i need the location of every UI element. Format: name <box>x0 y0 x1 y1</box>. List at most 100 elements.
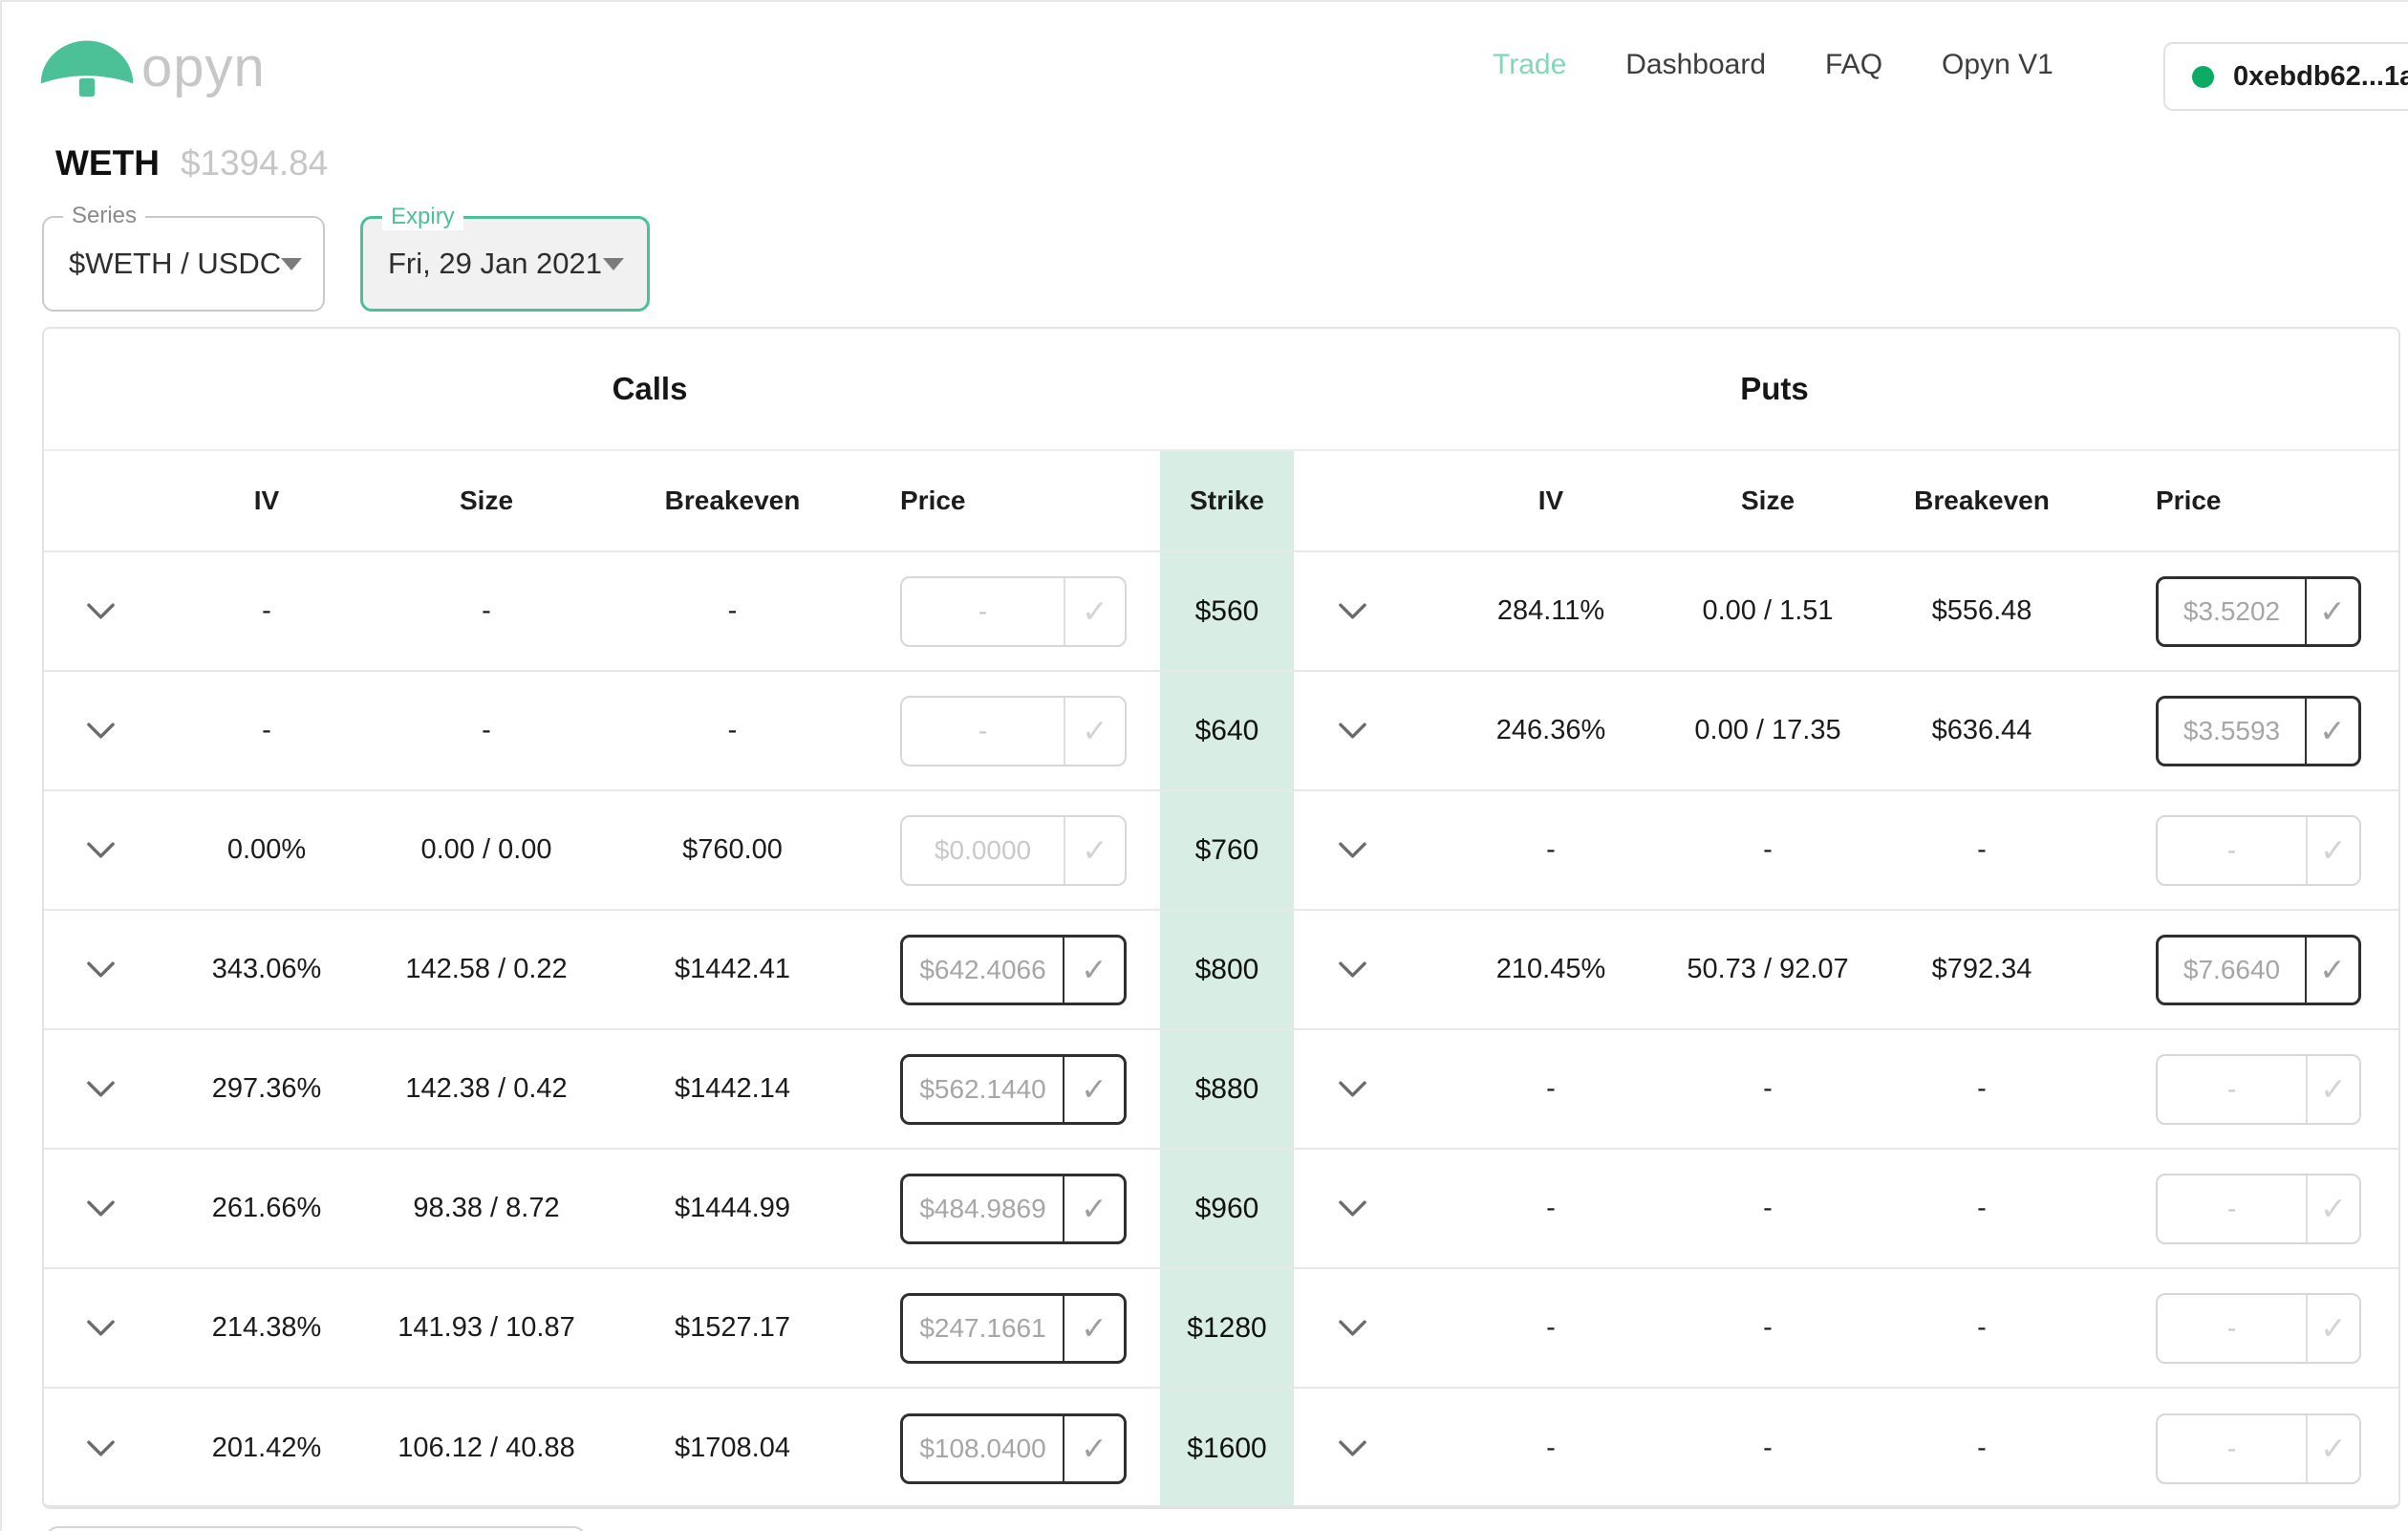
calls-confirm-price-button[interactable]: ✓ <box>1063 1176 1124 1241</box>
puts-expand-button[interactable] <box>1294 1389 1410 1508</box>
puts-price-input[interactable]: $7.6640 <box>2159 938 2305 1003</box>
puts-confirm-price-button[interactable]: ✓ <box>2305 699 2358 764</box>
puts-breakeven: - <box>1844 791 2119 909</box>
strike-value: $800 <box>1160 911 1294 1028</box>
calls-confirm-price-button[interactable]: ✓ <box>1063 1416 1124 1481</box>
opyn-trade-page: opyn Trade Dashboard FAQ Opyn V1 0xebdb6… <box>0 0 2408 1531</box>
puts-price-input[interactable]: - <box>2158 1415 2306 1482</box>
puts-price-cell: - ✓ <box>2119 1269 2398 1387</box>
calls-size: - <box>376 672 596 789</box>
calls-iv: 0.00% <box>157 791 376 909</box>
calls-breakeven: $1444.99 <box>596 1150 869 1267</box>
puts-iv: - <box>1410 1269 1691 1387</box>
table-row: 0.00% 0.00 / 0.00 $760.00 $0.0000 ✓ $760… <box>44 791 2398 911</box>
calls-expand-button[interactable] <box>44 911 157 1028</box>
strike-value: $760 <box>1160 791 1294 909</box>
puts-price-input[interactable]: - <box>2158 1295 2306 1362</box>
calls-confirm-price-button[interactable]: ✓ <box>1063 1296 1124 1361</box>
calls-expand-button[interactable] <box>44 1030 157 1148</box>
strike-value: $1600 <box>1160 1389 1294 1508</box>
puts-price-input[interactable]: - <box>2158 1056 2306 1123</box>
calls-price-cell: $247.1661 ✓ <box>869 1269 1160 1387</box>
calls-expand-button[interactable] <box>44 672 157 789</box>
puts-size: - <box>1691 1269 1844 1387</box>
calls-price-cell: - ✓ <box>869 552 1160 670</box>
calls-price-input[interactable]: $0.0000 <box>902 817 1064 884</box>
calls-price-input[interactable]: - <box>902 698 1064 765</box>
calls-confirm-price-button[interactable]: ✓ <box>1064 578 1125 645</box>
chevron-down-icon <box>1338 960 1367 980</box>
calls-confirm-price-button[interactable]: ✓ <box>1063 938 1124 1003</box>
calls-price-header: Price <box>869 451 1160 550</box>
calls-expand-button[interactable] <box>44 1150 157 1267</box>
calls-price-cell: $562.1440 ✓ <box>869 1030 1160 1148</box>
calls-expand-button[interactable] <box>44 552 157 670</box>
calls-price-input[interactable]: $247.1661 <box>903 1296 1063 1361</box>
calls-price-input[interactable]: - <box>902 578 1064 645</box>
wallet-button[interactable]: 0xebdb62...1a <box>2163 42 2408 111</box>
calls-size: 106.12 / 40.88 <box>376 1389 596 1508</box>
puts-expand-button[interactable] <box>1294 911 1410 1028</box>
puts-expand-button[interactable] <box>1294 1150 1410 1267</box>
calls-price-input[interactable]: $484.9869 <box>903 1176 1063 1241</box>
puts-price-cell: $3.5202 ✓ <box>2119 552 2398 670</box>
puts-confirm-price-button[interactable]: ✓ <box>2305 938 2358 1003</box>
calls-expand-button[interactable] <box>44 1389 157 1508</box>
puts-confirm-price-button[interactable]: ✓ <box>2306 817 2359 884</box>
calls-size: 0.00 / 0.00 <box>376 791 596 909</box>
puts-expand-button[interactable] <box>1294 1030 1410 1148</box>
puts-expand-button[interactable] <box>1294 1269 1410 1387</box>
puts-price-header: Price <box>2119 451 2398 550</box>
nav-opyn-v1[interactable]: Opyn V1 <box>1942 49 2053 81</box>
puts-price-input[interactable]: - <box>2158 1175 2306 1242</box>
puts-confirm-price-button[interactable]: ✓ <box>2305 579 2358 644</box>
puts-expand-button[interactable] <box>1294 672 1410 789</box>
nav-dashboard[interactable]: Dashboard <box>1625 49 1766 81</box>
chevron-down-icon <box>86 602 116 621</box>
puts-price-cell: - ✓ <box>2119 1030 2398 1148</box>
calls-price-input[interactable]: $108.0400 <box>903 1416 1063 1481</box>
calls-confirm-price-button[interactable]: ✓ <box>1063 1057 1124 1122</box>
nav-faq[interactable]: FAQ <box>1825 49 1882 81</box>
calls-size: 142.38 / 0.42 <box>376 1030 596 1148</box>
puts-breakeven: - <box>1844 1150 2119 1267</box>
series-select-value: $WETH / USDC <box>44 247 281 281</box>
puts-confirm-price-button[interactable]: ✓ <box>2306 1056 2359 1123</box>
puts-price-input[interactable]: - <box>2158 817 2306 884</box>
calls-size: - <box>376 552 596 670</box>
chevron-down-icon <box>1338 1319 1367 1338</box>
calls-price-input-group: $484.9869 ✓ <box>900 1174 1127 1244</box>
expiry-select[interactable]: Expiry Fri, 29 Jan 2021 <box>360 216 650 312</box>
calls-confirm-price-button[interactable]: ✓ <box>1064 817 1125 884</box>
main-nav: Trade Dashboard FAQ Opyn V1 <box>1493 2 2053 128</box>
nav-trade[interactable]: Trade <box>1493 49 1566 81</box>
logo[interactable]: opyn <box>38 27 266 99</box>
puts-expand-button[interactable] <box>1294 791 1410 909</box>
puts-size: 50.73 / 92.07 <box>1691 911 1844 1028</box>
calls-price-input[interactable]: $642.4066 <box>903 938 1063 1003</box>
check-icon: ✓ <box>2320 1309 2347 1347</box>
puts-breakeven-header: Breakeven <box>1844 451 2119 550</box>
check-icon: ✓ <box>2320 831 2347 869</box>
puts-price-input-group: - ✓ <box>2156 1174 2361 1244</box>
calls-expand-button[interactable] <box>44 1269 157 1387</box>
puts-expand-button[interactable] <box>1294 552 1410 670</box>
calls-price-cell: $108.0400 ✓ <box>869 1389 1160 1508</box>
calls-iv: 297.36% <box>157 1030 376 1148</box>
puts-confirm-price-button[interactable]: ✓ <box>2306 1175 2359 1242</box>
series-select[interactable]: Series $WETH / USDC <box>42 216 325 312</box>
puts-size: 0.00 / 1.51 <box>1691 552 1844 670</box>
calls-confirm-price-button[interactable]: ✓ <box>1064 698 1125 765</box>
puts-confirm-price-button[interactable]: ✓ <box>2306 1415 2359 1482</box>
calls-expand-button[interactable] <box>44 791 157 909</box>
puts-price-cell: - ✓ <box>2119 1150 2398 1267</box>
check-icon: ✓ <box>1081 1070 1107 1108</box>
puts-price-input[interactable]: $3.5593 <box>2159 699 2305 764</box>
calls-price-input[interactable]: $562.1440 <box>903 1057 1063 1122</box>
calls-breakeven: - <box>596 552 869 670</box>
puts-price-input[interactable]: $3.5202 <box>2159 579 2305 644</box>
calls-price-input-group: - ✓ <box>900 576 1127 647</box>
puts-confirm-price-button[interactable]: ✓ <box>2306 1295 2359 1362</box>
strike-value: $640 <box>1160 672 1294 789</box>
calls-breakeven: $760.00 <box>596 791 869 909</box>
